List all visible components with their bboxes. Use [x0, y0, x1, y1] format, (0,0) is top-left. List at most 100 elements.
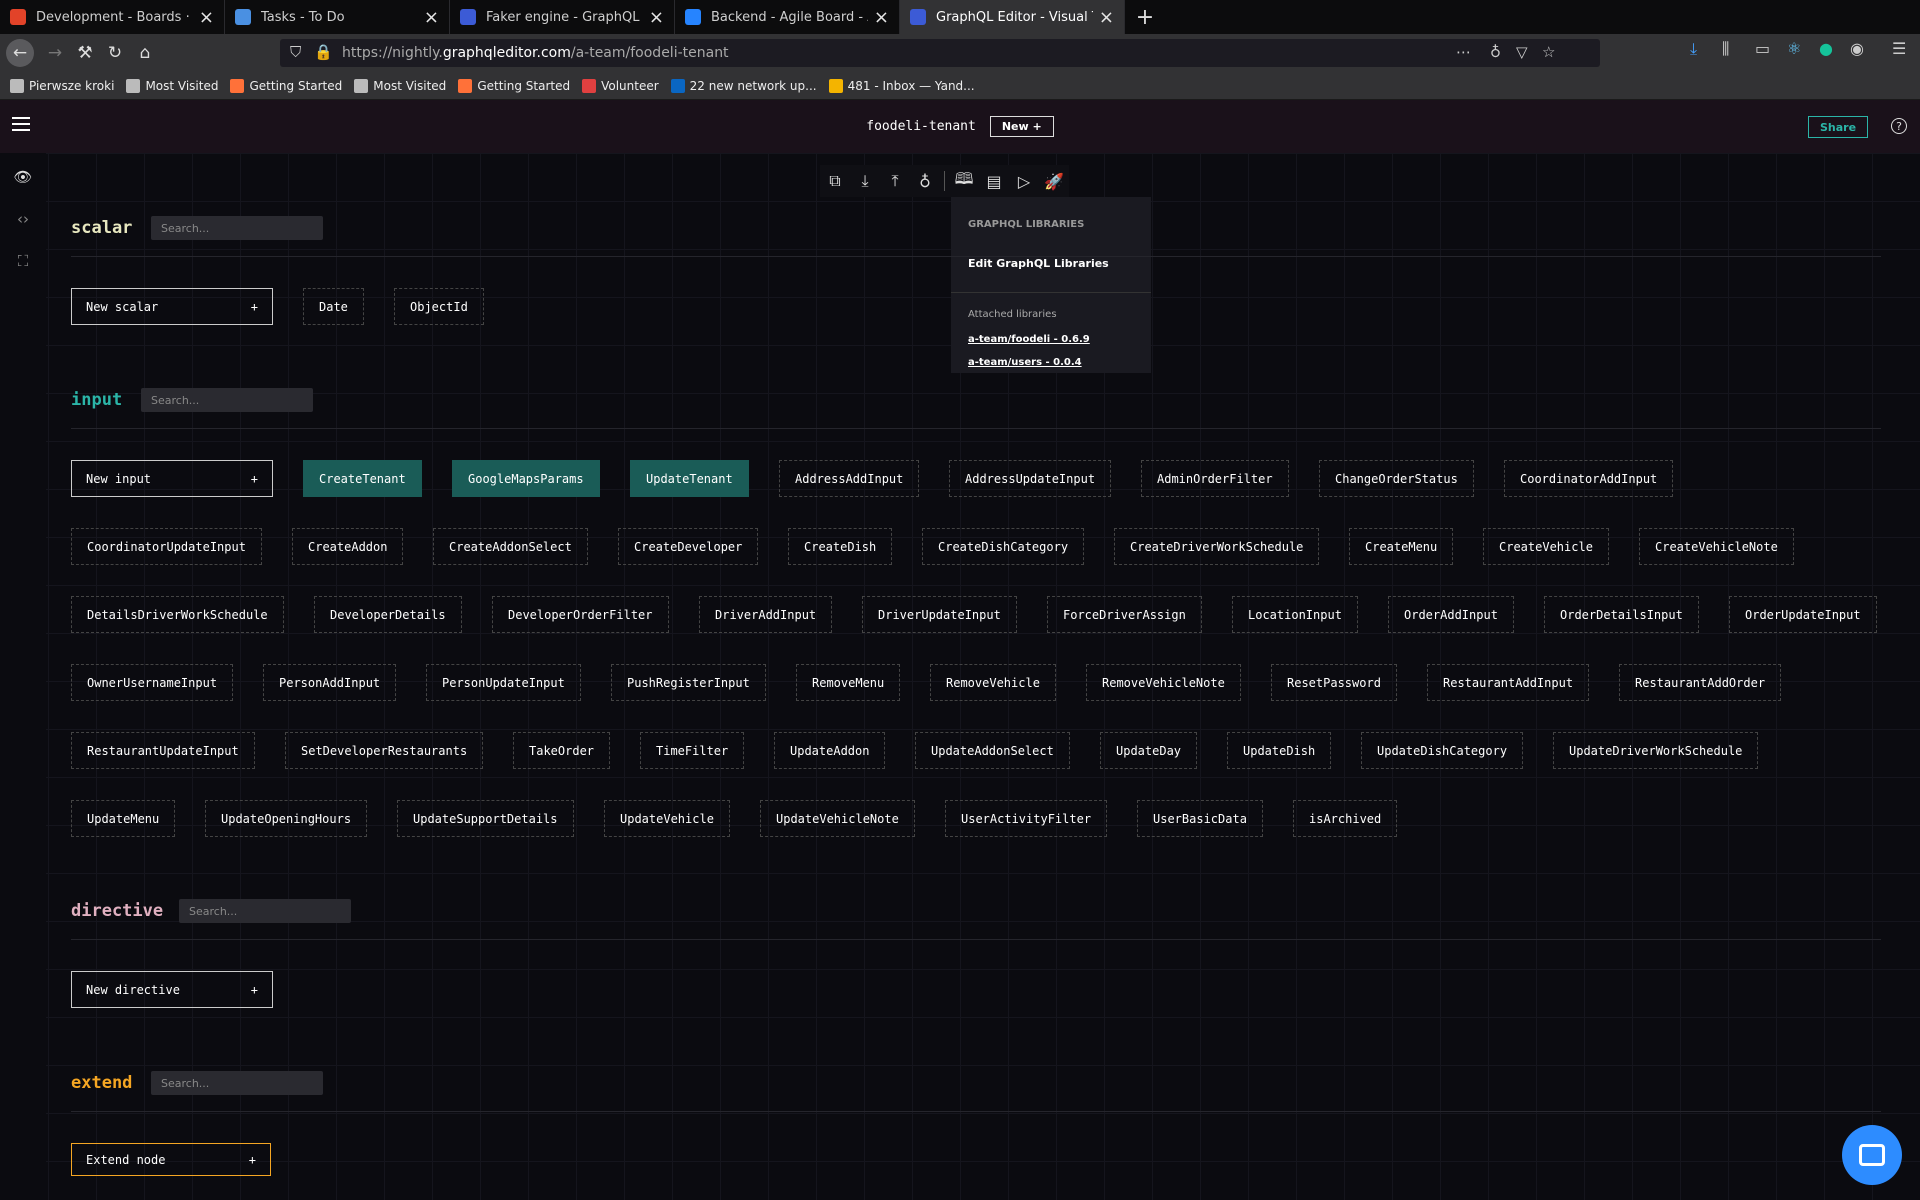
bookmark[interactable]: Getting Started [230, 78, 342, 93]
input-node[interactable]: CoordinatorUpdateInput [71, 528, 262, 565]
input-node[interactable]: DriverAddInput [699, 596, 833, 633]
input-node[interactable]: isArchived [1293, 800, 1398, 837]
input-node[interactable]: CreateDeveloper [618, 528, 759, 565]
forward-button[interactable]: → [40, 38, 70, 68]
input-node[interactable]: OrderAddInput [1388, 596, 1514, 633]
book-icon[interactable]: 🕮 [949, 166, 979, 196]
input-node[interactable]: OwnerUsernameInput [71, 664, 234, 701]
download-icon[interactable]: ⤓ [1690, 39, 1697, 59]
input-node[interactable]: PushRegisterInput [611, 664, 766, 701]
input-node[interactable]: UpdateDay [1100, 732, 1198, 769]
close-tab-icon[interactable]: × [1099, 7, 1114, 28]
input-node[interactable]: CreateDish [788, 528, 893, 565]
input-node[interactable]: RemoveVehicle [930, 664, 1056, 701]
input-node[interactable]: SetDeveloperRestaurants [285, 732, 484, 769]
input-node[interactable]: ResetPassword [1271, 664, 1397, 701]
back-button[interactable]: ← [6, 39, 34, 67]
extend-search-input[interactable]: Search... [151, 1071, 323, 1095]
document-icon[interactable]: ▤ [979, 166, 1009, 196]
bookmark[interactable]: 481 - Inbox — Yand... [828, 78, 975, 93]
input-node[interactable]: PersonUpdateInput [426, 664, 581, 701]
pocket-icon[interactable]: ▽ [1516, 43, 1528, 61]
bookmark[interactable]: 22 new network up... [670, 78, 817, 93]
account-icon[interactable]: ◉ [1850, 39, 1864, 58]
input-node[interactable]: UpdateSupportDetails [397, 800, 574, 837]
input-node[interactable]: UpdateMenu [71, 800, 176, 837]
browser-tab[interactable]: Faker engine - GraphQL Editor × [450, 0, 675, 34]
input-node[interactable]: DriverUpdateInput [862, 596, 1017, 633]
hamburger-menu-icon[interactable] [12, 117, 30, 131]
library-icon[interactable]: ⫼ [1722, 39, 1729, 59]
browser-tab[interactable]: GraphQL Editor - Visual Tool fo × [900, 0, 1125, 34]
help-icon[interactable]: ? [1891, 118, 1907, 134]
input-node[interactable]: CreateMenu [1349, 528, 1454, 565]
bookmark[interactable]: Getting Started [458, 78, 570, 93]
bookmark[interactable]: Volunteer [582, 78, 659, 93]
input-node[interactable]: PersonAddInput [263, 664, 397, 701]
close-tab-icon[interactable]: × [424, 7, 439, 28]
close-tab-icon[interactable]: × [874, 7, 889, 28]
bulb-icon[interactable]: ♁ [1490, 43, 1501, 61]
input-node[interactable]: UpdateOpeningHours [205, 800, 368, 837]
bookmark[interactable]: Most Visited [126, 78, 218, 93]
input-node[interactable]: UpdateAddon [774, 732, 886, 769]
browser-tab[interactable]: Tasks - To Do × [225, 0, 450, 34]
copy-icon[interactable]: ⧉ [820, 166, 850, 196]
input-node[interactable]: DeveloperDetails [314, 596, 462, 633]
input-node[interactable]: RemoveVehicleNote [1086, 664, 1241, 701]
input-node[interactable]: UpdateAddonSelect [915, 732, 1070, 769]
extend-node-button[interactable]: Extend node + [71, 1143, 271, 1176]
input-node[interactable]: UserActivityFilter [945, 800, 1108, 837]
grammarly-icon[interactable]: ● [1819, 39, 1833, 58]
home-button[interactable]: ⌂ [130, 38, 160, 68]
input-node[interactable]: RemoveMenu [796, 664, 901, 701]
sidebar-icon[interactable]: ▭ [1755, 39, 1770, 58]
code-icon[interactable]: ‹› [13, 209, 33, 229]
share-button[interactable]: Share [1808, 116, 1868, 138]
input-node[interactable]: ChangeOrderStatus [1319, 460, 1474, 497]
bookmark[interactable]: Most Visited [354, 78, 446, 93]
input-node[interactable]: DetailsDriverWorkSchedule [71, 596, 284, 633]
browser-tab[interactable]: Backend - Agile Board - Aexol J × [675, 0, 900, 34]
library-link[interactable]: a-team/users - 0.0.4 [968, 357, 1134, 368]
input-node[interactable]: TimeFilter [640, 732, 745, 769]
star-icon[interactable]: ☆ [1542, 43, 1555, 61]
input-node[interactable]: LocationInput [1232, 596, 1358, 633]
input-node[interactable]: ForceDriverAssign [1047, 596, 1202, 633]
input-search-input[interactable]: Search... [141, 388, 313, 412]
input-node[interactable]: CoordinatorAddInput [1504, 460, 1674, 497]
fullscreen-icon[interactable]: ⛶ [13, 251, 33, 271]
input-node[interactable]: AdminOrderFilter [1141, 460, 1289, 497]
input-node[interactable]: UpdateDish [1227, 732, 1332, 769]
input-node[interactable]: CreateAddonSelect [433, 528, 588, 565]
input-node[interactable]: OrderUpdateInput [1729, 596, 1877, 633]
input-node[interactable]: CreateVehicleNote [1639, 528, 1794, 565]
scalar-search-input[interactable]: Search... [151, 216, 323, 240]
new-input-button[interactable]: New input + [71, 460, 273, 497]
rocket-icon[interactable]: 🚀 [1039, 166, 1069, 196]
reload-button[interactable]: ↻ [100, 38, 130, 68]
more-icon[interactable]: ⋯ [1456, 43, 1471, 61]
input-node[interactable]: AddressAddInput [779, 460, 920, 497]
browser-tab[interactable]: Development - Boards · Aexol / × [0, 0, 225, 34]
input-node[interactable]: CreateDishCategory [922, 528, 1085, 565]
input-node[interactable]: DeveloperOrderFilter [492, 596, 669, 633]
upload-icon[interactable]: ⤒ [880, 166, 910, 196]
library-link[interactable]: a-team/foodeli - 0.6.9 [968, 334, 1134, 345]
input-node[interactable]: UpdateDishCategory [1361, 732, 1524, 769]
input-node[interactable]: UpdateDriverWorkSchedule [1553, 732, 1759, 769]
input-node[interactable]: OrderDetailsInput [1544, 596, 1699, 633]
input-node[interactable]: CreateVehicle [1483, 528, 1609, 565]
bulb-icon[interactable]: ♁ [910, 166, 940, 196]
input-node[interactable]: AddressUpdateInput [949, 460, 1112, 497]
scalar-node[interactable]: ObjectId [394, 288, 484, 325]
new-directive-button[interactable]: New directive + [71, 971, 273, 1008]
new-tab-button[interactable]: + [1125, 0, 1165, 34]
input-node[interactable]: UserBasicData [1137, 800, 1263, 837]
edit-libraries-link[interactable]: Edit GraphQL Libraries [968, 257, 1134, 270]
new-scalar-button[interactable]: New scalar + [71, 288, 273, 325]
input-node[interactable]: CreateDriverWorkSchedule [1114, 528, 1320, 565]
input-node[interactable]: UpdateVehicleNote [760, 800, 915, 837]
close-tab-icon[interactable]: × [649, 7, 664, 28]
eye-icon[interactable]: 👁 [13, 167, 33, 187]
